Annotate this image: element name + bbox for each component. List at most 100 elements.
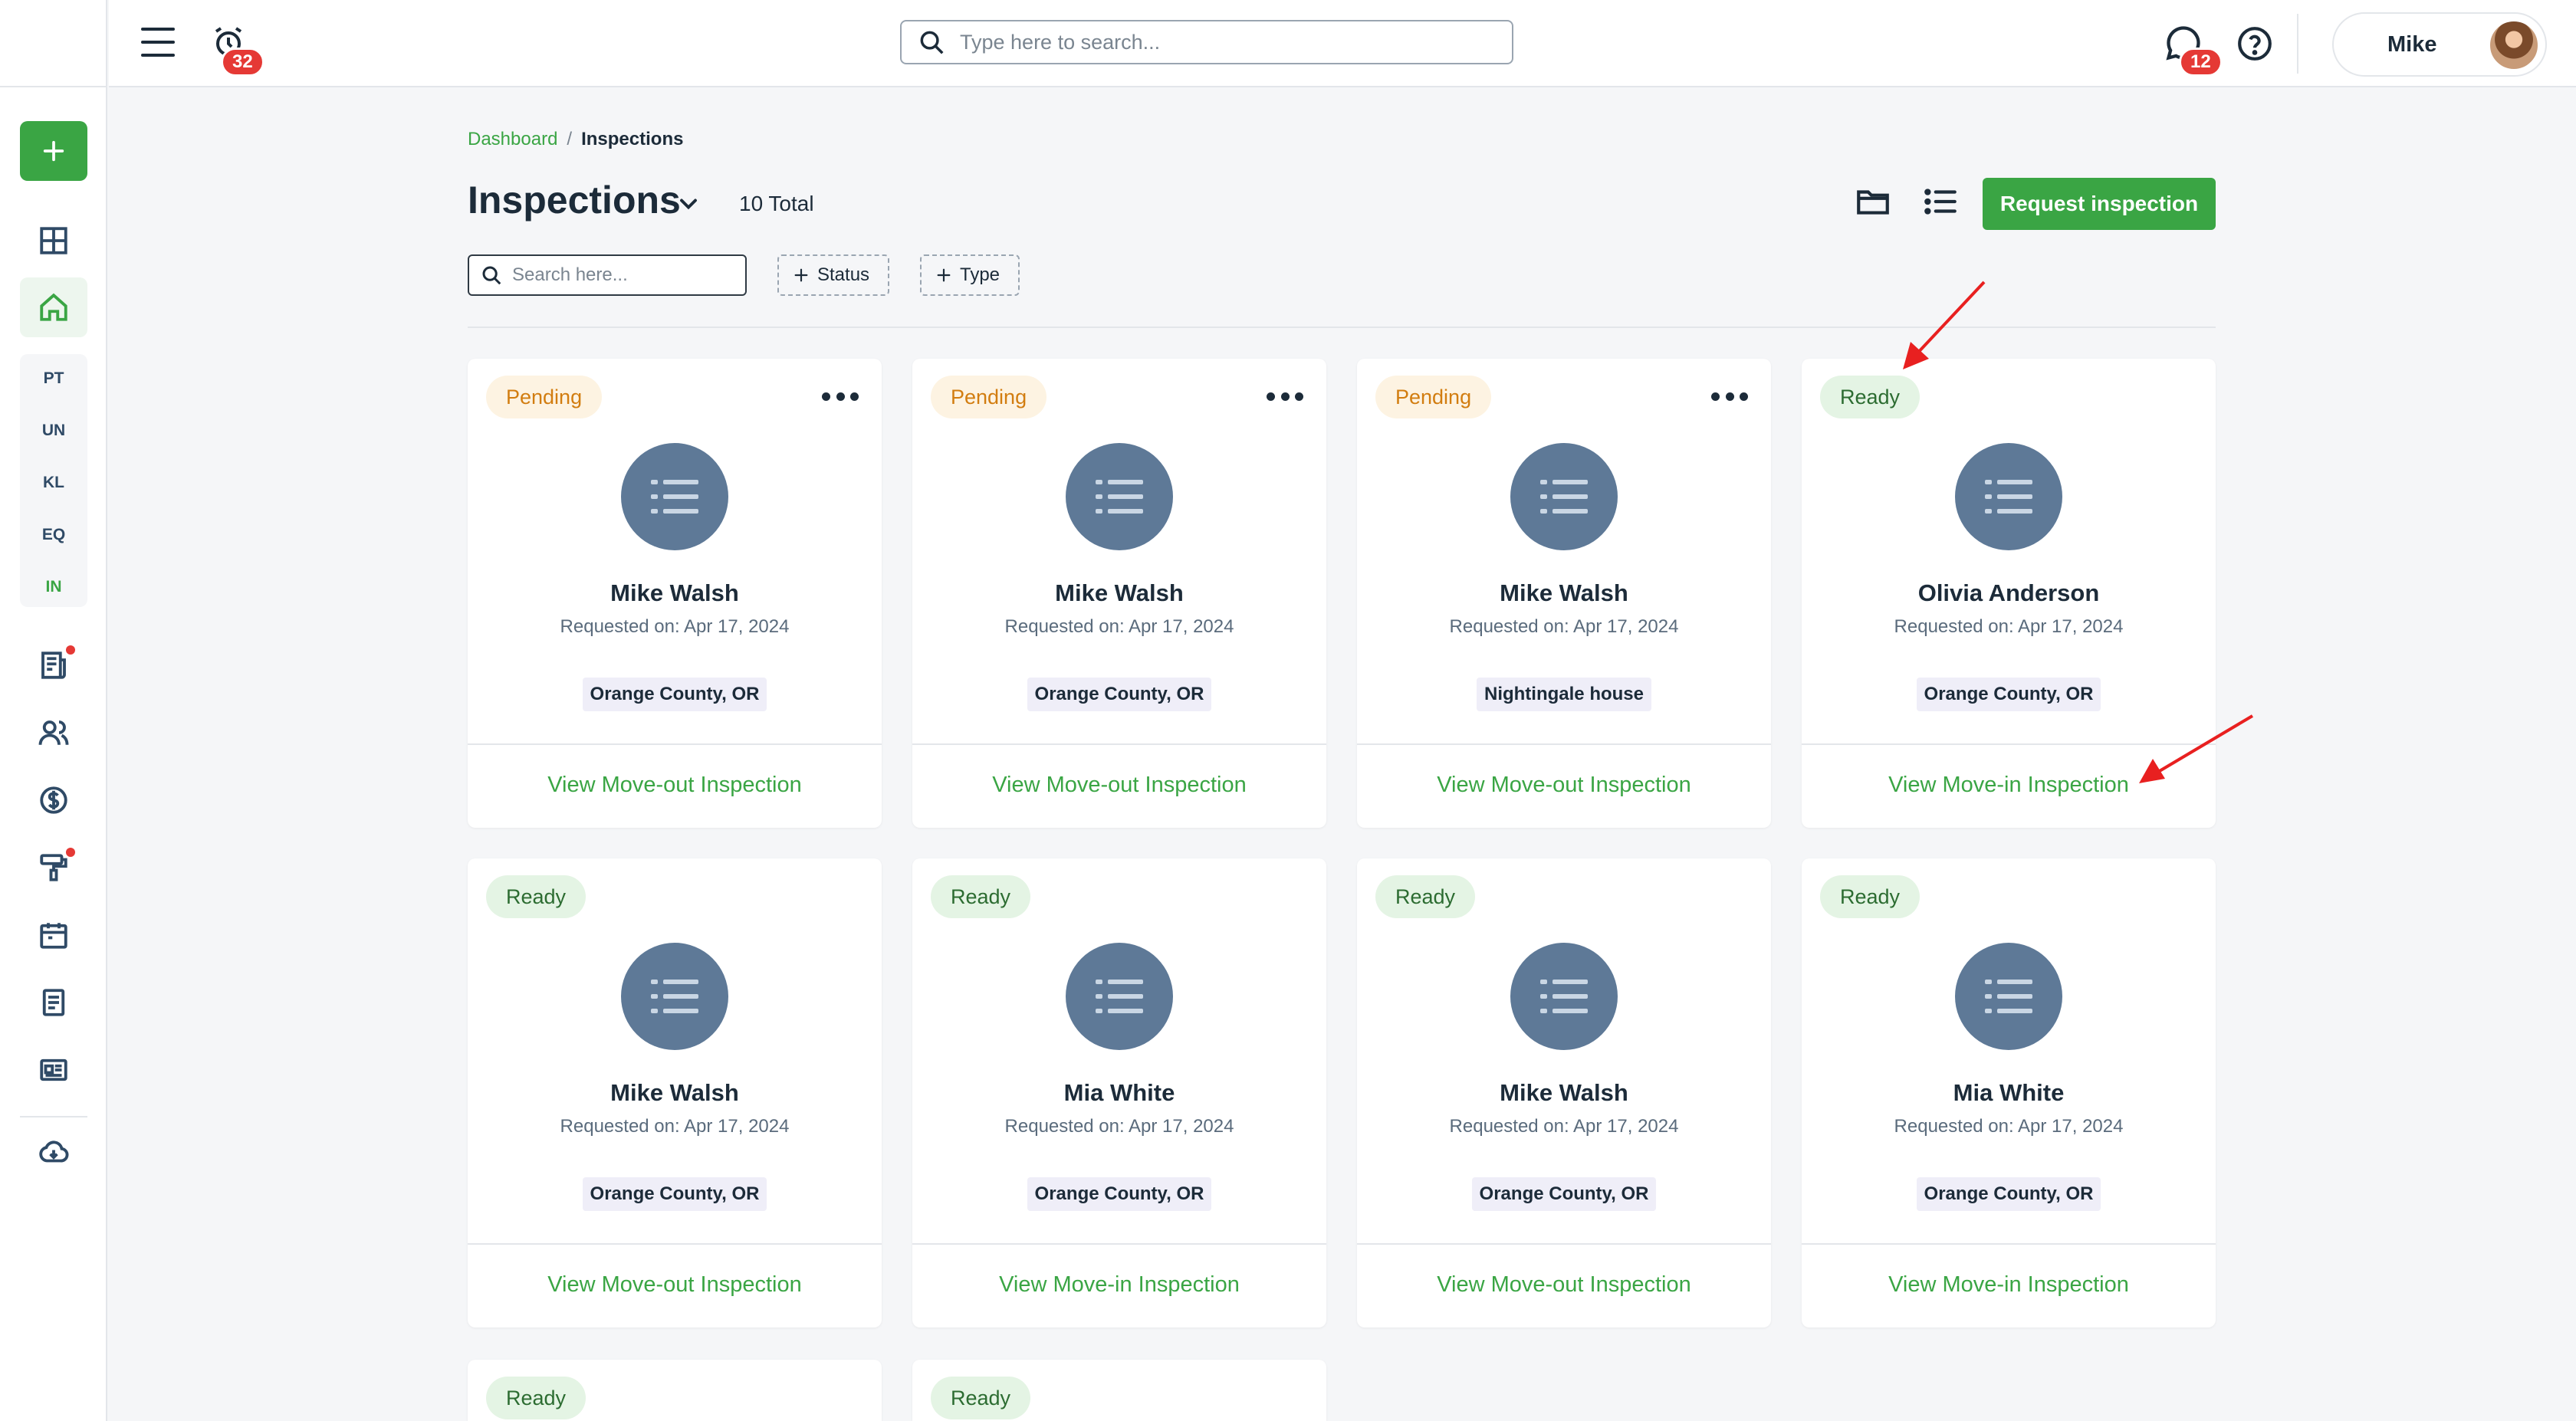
requested-date-label: Requested on: <box>1004 1116 1125 1137</box>
status-filter-label: Status <box>817 264 870 285</box>
sidebar-sub-item-kl[interactable]: KL <box>20 474 87 492</box>
sidebar-item-properties[interactable] <box>20 277 87 337</box>
requested-date: Requested on: Apr 17, 2024 <box>912 1116 1326 1137</box>
page-title: Inspections <box>468 179 681 222</box>
status-badge: Ready <box>931 875 1031 918</box>
avatar <box>2489 20 2539 71</box>
inspection-list-icon <box>621 443 728 550</box>
inspection-card[interactable]: Pending Mike Walsh Requested on: Apr 17,… <box>1357 359 1771 828</box>
more-options-icon[interactable] <box>822 385 859 408</box>
sidebar-item-people[interactable] <box>31 710 77 756</box>
location-tag: Nightingale house <box>1476 678 1651 711</box>
inspection-card[interactable]: Pending Mike Walsh Requested on: Apr 17,… <box>912 359 1326 828</box>
inspection-card[interactable]: Ready <box>468 1360 882 1421</box>
sidebar-item-calendar[interactable] <box>31 912 77 958</box>
sidebar-sub-item-pt[interactable]: PT <box>20 369 87 388</box>
filter-search-input[interactable] <box>512 264 742 286</box>
messages-badge: 12 <box>2179 48 2223 77</box>
global-search-input[interactable] <box>960 30 1481 54</box>
requested-date: Requested on: Apr 17, 2024 <box>1357 616 1771 638</box>
id-card-icon <box>40 1058 67 1081</box>
status-badge: Pending <box>1375 376 1492 418</box>
inspection-card[interactable]: Ready Mike Walsh Requested on: Apr 17, 2… <box>1357 858 1771 1327</box>
add-button[interactable] <box>20 121 87 181</box>
annotation-arrow <box>2139 714 2254 783</box>
plus-icon <box>43 140 64 162</box>
calendar-icon <box>40 923 67 949</box>
status-badge: Ready <box>1375 875 1476 918</box>
folder-icon[interactable] <box>1854 182 1892 221</box>
location-tag: Orange County, OR <box>1916 678 2101 711</box>
card-divider <box>1357 743 1771 745</box>
location-tag: Orange County, OR <box>582 1177 767 1211</box>
location-tag: Orange County, OR <box>582 678 767 711</box>
notifications-badge: 32 <box>221 48 264 77</box>
requested-date: Requested on: Apr 17, 2024 <box>1802 616 2216 638</box>
requested-date: Requested on: Apr 17, 2024 <box>912 616 1326 638</box>
view-inspection-link[interactable]: View Move-out Inspection <box>912 773 1326 798</box>
tenant-name: Mia White <box>1063 1079 1175 1106</box>
view-inspection-link[interactable]: View Move-in Inspection <box>1802 1272 2216 1298</box>
inspection-card[interactable]: Ready Mia White Requested on: Apr 17, 20… <box>912 858 1326 1327</box>
filter-search[interactable] <box>468 254 747 296</box>
view-inspection-link[interactable]: View Move-out Inspection <box>468 773 882 798</box>
card-divider <box>468 743 882 745</box>
sidebar-sub-item-un[interactable]: UN <box>20 422 87 440</box>
location-tag: Orange County, OR <box>1027 678 1212 711</box>
dollar-circle-icon <box>40 786 67 814</box>
request-inspection-button[interactable]: Request inspection <box>1983 178 2216 230</box>
view-inspection-link[interactable]: View Move-in Inspection <box>912 1272 1326 1298</box>
status-filter-chip[interactable]: Status <box>777 254 889 296</box>
more-options-icon[interactable] <box>1267 385 1303 408</box>
inspection-list-icon <box>1955 943 2062 1050</box>
tenant-name: Mike Walsh <box>610 1079 739 1106</box>
sidebar-item-documents[interactable] <box>31 980 77 1026</box>
tenant-name: Mike Walsh <box>1500 579 1628 606</box>
inspection-card[interactable]: Ready Mike Walsh Requested on: Apr 17, 2… <box>468 858 882 1327</box>
sidebar-sub-item-eq[interactable]: EQ <box>20 526 87 544</box>
inspection-list-icon <box>1510 943 1618 1050</box>
chevron-down-icon[interactable] <box>675 190 702 218</box>
inspection-card[interactable]: Pending Mike Walsh Requested on: Apr 17,… <box>468 359 882 828</box>
requested-date-value: Apr 17, 2024 <box>1129 616 1234 637</box>
location-tag: Orange County, OR <box>1027 1177 1212 1211</box>
list-view-icon[interactable] <box>1921 182 1960 221</box>
more-options-icon[interactable] <box>1711 385 1748 408</box>
global-search[interactable] <box>900 20 1513 64</box>
type-filter-chip[interactable]: Type <box>920 254 1020 296</box>
tenant-name: Mike Walsh <box>610 579 739 606</box>
help-icon[interactable] <box>2236 25 2274 63</box>
status-badge: Pending <box>486 376 603 418</box>
sidebar-item-dashboard[interactable] <box>31 218 77 264</box>
menu-icon[interactable] <box>141 28 175 57</box>
newspaper-icon <box>41 651 66 679</box>
view-inspection-link[interactable]: View Move-out Inspection <box>468 1272 882 1298</box>
location-tag: Orange County, OR <box>1471 1177 1657 1211</box>
card-divider <box>912 743 1326 745</box>
view-inspection-link[interactable]: View Move-out Inspection <box>1357 1272 1771 1298</box>
card-divider <box>468 1243 882 1245</box>
sidebar-sub-item-in[interactable]: IN <box>20 578 87 596</box>
inspection-list-icon <box>1066 443 1173 550</box>
requested-date-label: Requested on: <box>1004 616 1125 637</box>
sidebar-item-listings[interactable] <box>31 1047 77 1093</box>
requested-date-value: Apr 17, 2024 <box>2018 1116 2124 1137</box>
search-icon <box>920 31 944 54</box>
user-menu[interactable]: Mike <box>2332 12 2547 77</box>
breadcrumb-dashboard[interactable]: Dashboard <box>468 129 557 149</box>
sidebar-item-download[interactable] <box>31 1130 77 1176</box>
grid-layout-icon <box>40 227 67 254</box>
breadcrumb: Dashboard / Inspections <box>468 129 683 150</box>
status-badge: Pending <box>931 376 1047 418</box>
view-inspection-link[interactable]: View Move-out Inspection <box>1357 773 1771 798</box>
sidebar-subnav: PT UN KL EQ IN <box>20 354 87 607</box>
plus-icon <box>794 268 808 282</box>
status-badge: Ready <box>486 875 586 918</box>
sidebar-divider <box>20 1116 87 1117</box>
requested-date-value: Apr 17, 2024 <box>1573 616 1679 637</box>
inspection-list-icon <box>1955 443 2062 550</box>
inspection-card[interactable]: Ready <box>912 1360 1326 1421</box>
sidebar-item-accounting[interactable] <box>31 777 77 823</box>
inspection-card[interactable]: Ready Mia White Requested on: Apr 17, 20… <box>1802 858 2216 1327</box>
search-icon <box>482 266 501 285</box>
